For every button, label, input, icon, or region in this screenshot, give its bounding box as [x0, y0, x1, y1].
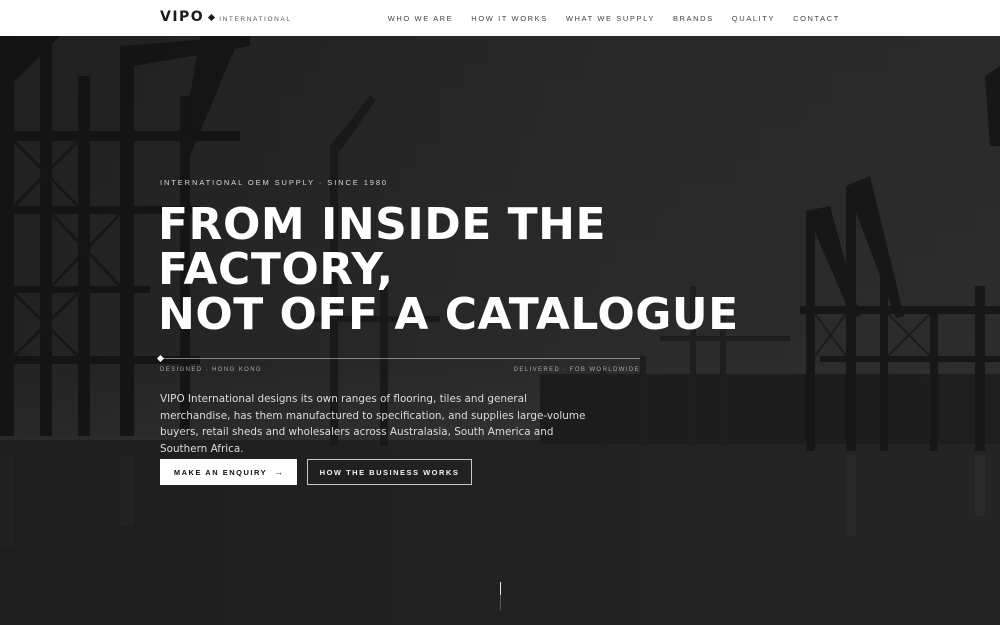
hero-divider [160, 358, 640, 359]
make-enquiry-button[interactable]: MAKE AN ENQUIRY → [160, 459, 297, 485]
nav-item-contact[interactable]: CONTACT [793, 14, 840, 23]
headline-line-3: NOT OFF A CATALOGUE [158, 289, 739, 340]
headline-line-2: FACTORY, [158, 244, 394, 295]
scroll-indicator[interactable] [500, 582, 501, 610]
hero-eyebrow: INTERNATIONAL OEM SUPPLY · SINCE 1980 [160, 178, 388, 187]
nav-item-who-we-are[interactable]: WHO WE ARE [388, 14, 454, 23]
brand-name: VIPO [160, 9, 205, 25]
diamond-icon [208, 13, 216, 22]
brand-subtitle: INTERNATIONAL [219, 16, 292, 23]
meta-designed: DESIGNED · HONG KONG [160, 367, 263, 373]
nav-item-what-we-supply[interactable]: WHAT WE SUPPLY [566, 14, 655, 23]
site-header: VIPO INTERNATIONAL WHO WE ARE HOW IT WOR… [0, 0, 1000, 36]
how-business-works-label: HOW THE BUSINESS WORKS [319, 467, 460, 477]
nav-item-brands[interactable]: BRANDS [673, 14, 714, 23]
nav-item-quality[interactable]: QUALITY [732, 14, 775, 23]
brand-logo[interactable]: VIPO INTERNATIONAL [160, 9, 292, 25]
hero-section: INTERNATIONAL OEM SUPPLY · SINCE 1980 FR… [0, 36, 1000, 625]
how-business-works-button[interactable]: HOW THE BUSINESS WORKS [307, 459, 472, 485]
hero-headline: FROM INSIDE THE FACTORY, NOT OFF A CATAL… [158, 202, 739, 337]
nav-item-how-it-works[interactable]: HOW IT WORKS [471, 14, 548, 23]
headline-line-1: FROM INSIDE THE [158, 199, 606, 250]
arrow-right-icon: → [274, 467, 284, 477]
main-nav: WHO WE ARE HOW IT WORKS WHAT WE SUPPLY B… [370, 0, 840, 36]
hero-intro: VIPO International designs its own range… [160, 393, 586, 455]
make-enquiry-label: MAKE AN ENQUIRY [173, 467, 268, 477]
meta-delivered: DELIVERED · FOB WORLDWIDE [513, 367, 640, 373]
